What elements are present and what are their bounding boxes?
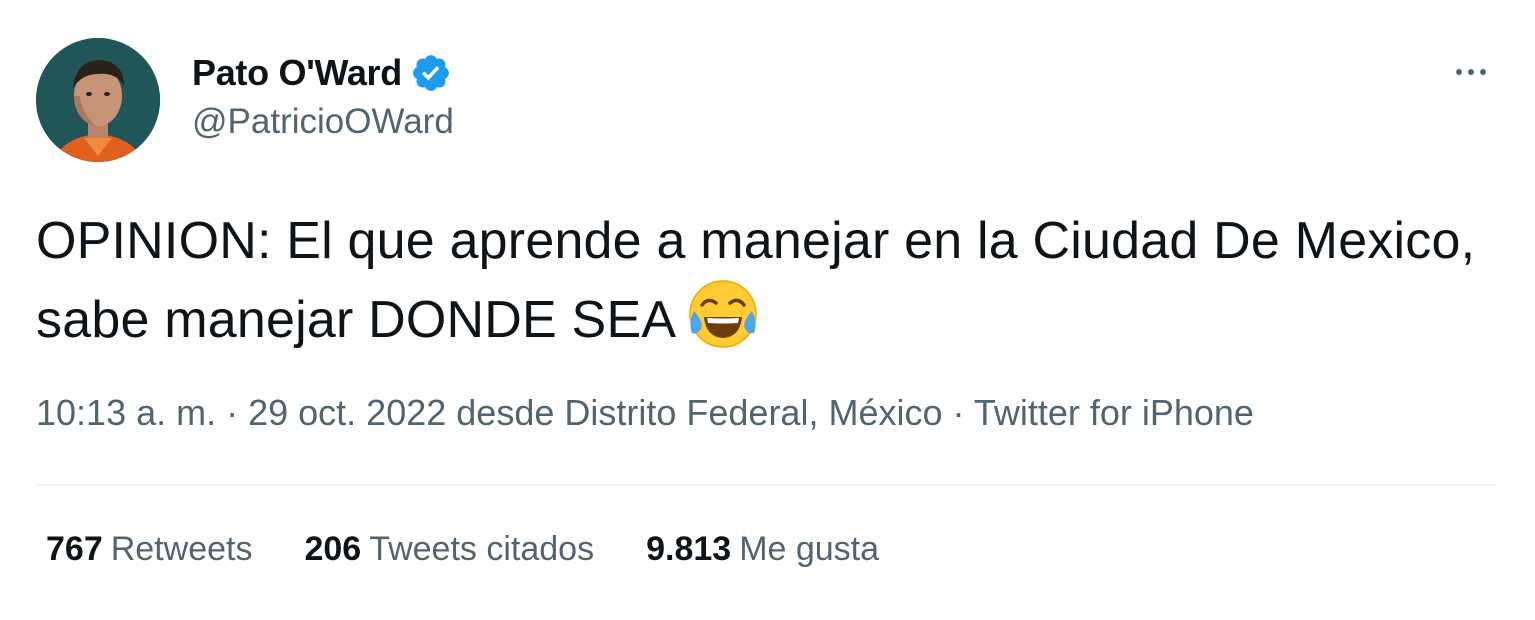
author-handle[interactable]: @PatricioOWard bbox=[192, 102, 454, 142]
tweet-meta: 10:13 a. m. · 29 oct. 2022 desde Distrit… bbox=[36, 392, 1254, 434]
meta-separator: · bbox=[942, 392, 974, 433]
face-with-tears-of-joy-icon bbox=[686, 277, 760, 351]
tweet-location[interactable]: Distrito Federal, México bbox=[564, 392, 942, 433]
tweet-source[interactable]: Twitter for iPhone bbox=[974, 392, 1254, 433]
author-name: Pato O'Ward bbox=[192, 52, 402, 93]
avatar[interactable] bbox=[36, 38, 160, 162]
more-dot bbox=[1468, 69, 1474, 75]
likes-count: 9.813 bbox=[646, 530, 732, 568]
likes-stat[interactable]: 9.813 Me gusta bbox=[646, 530, 879, 569]
tweet-card: Pato O'Ward @PatricioOWard OPINION: El q… bbox=[0, 0, 1535, 620]
more-dot bbox=[1480, 69, 1486, 75]
quote-tweets-count: 206 bbox=[304, 530, 362, 568]
meta-from: desde bbox=[446, 392, 565, 433]
tweet-time[interactable]: 10:13 a. m. bbox=[36, 392, 216, 433]
tweet-text: OPINION: El que aprende a manejar en la … bbox=[36, 205, 1476, 356]
meta-separator: · bbox=[216, 392, 249, 433]
quote-tweets-label: Tweets citados bbox=[369, 530, 595, 568]
more-dot bbox=[1456, 69, 1462, 75]
avatar-image bbox=[36, 38, 160, 162]
retweets-label: Retweets bbox=[110, 530, 253, 568]
more-options-button[interactable] bbox=[1440, 52, 1502, 92]
likes-label: Me gusta bbox=[739, 530, 880, 568]
tweet-date[interactable]: 29 oct. 2022 bbox=[248, 392, 446, 433]
retweets-count: 767 bbox=[46, 530, 103, 568]
verified-badge-icon bbox=[410, 52, 452, 94]
quote-tweets-stat[interactable]: 206 Tweets citados bbox=[304, 530, 594, 569]
author-name-row[interactable]: Pato O'Ward bbox=[192, 50, 452, 96]
tweet-stats: 767 Retweets 206 Tweets citados 9.813 Me gu… bbox=[46, 530, 879, 569]
divider bbox=[36, 484, 1496, 486]
retweets-stat[interactable]: 767 Retweets bbox=[46, 530, 252, 569]
